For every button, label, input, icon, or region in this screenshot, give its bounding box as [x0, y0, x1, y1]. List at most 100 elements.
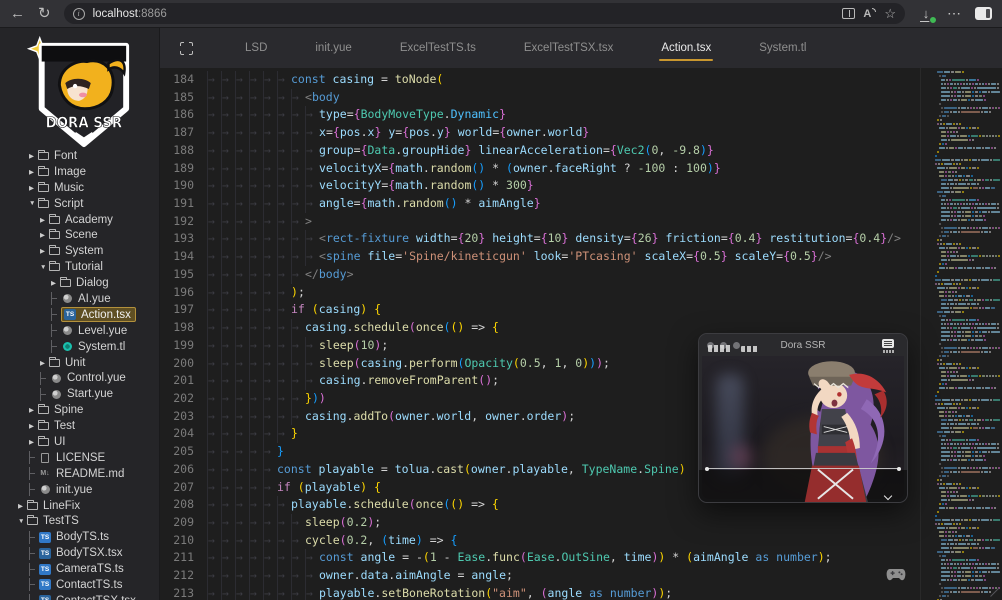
code-line-209[interactable]: 209→→→→→→→sleep(0.2);: [160, 514, 918, 532]
tree-item-System[interactable]: ▶System: [0, 243, 159, 259]
code-line-194[interactable]: 194→→→→→→→→<spine file='Spine/kineticgun…: [160, 248, 918, 266]
chevron-collapsed-icon[interactable]: ▶: [40, 231, 49, 239]
browser-window: ← ↻ i localhost :8866 A ☆ ↓ ⋯: [0, 0, 1002, 600]
code-line-188[interactable]: 188→→→→→→→→group={Data.groupHide} linear…: [160, 142, 918, 160]
tab-LSD[interactable]: LSD: [221, 28, 291, 68]
tree-item-Test[interactable]: ▶Test: [0, 418, 159, 434]
tree-item-ContactTS.ts[interactable]: TSContactTS.ts: [0, 577, 159, 593]
copilot-sidebar-icon[interactable]: [975, 7, 992, 20]
tab-Action.tsx[interactable]: Action.tsx: [637, 28, 735, 68]
tree-item-Scene[interactable]: ▶Scene: [0, 227, 159, 243]
tree-item-Dialog[interactable]: ▶Dialog: [0, 275, 159, 291]
site-info-icon[interactable]: i: [73, 8, 85, 20]
chevron-collapsed-icon[interactable]: ▶: [29, 406, 38, 414]
line-number: 186: [160, 106, 194, 124]
chevron-collapsed-icon[interactable]: ▶: [29, 438, 38, 446]
progress-line[interactable]: [707, 468, 899, 469]
tree-connector: [51, 308, 59, 321]
minimap[interactable]: [920, 68, 1002, 600]
tree-item-CameraTS.ts[interactable]: TSCameraTS.ts: [0, 561, 159, 577]
chevron-collapsed-icon[interactable]: ▶: [40, 247, 49, 255]
code-line-213[interactable]: 213→→→→→→→→playable.setBoneRotation("aim…: [160, 585, 918, 600]
chevron-collapsed-icon[interactable]: ▶: [40, 359, 49, 367]
code-line-189[interactable]: 189→→→→→→→→velocityX={math.random() * (o…: [160, 160, 918, 178]
code-line-197[interactable]: 197→→→→→→if (casing) {: [160, 301, 918, 319]
code-line-196[interactable]: 196→→→→→→);: [160, 284, 918, 302]
tree-item-BodyTS.ts[interactable]: TSBodyTS.ts: [0, 529, 159, 545]
code-line-210[interactable]: 210→→→→→→→cycle(0.2, (time) => {: [160, 532, 918, 550]
chevron-down-icon[interactable]: [885, 493, 891, 499]
chevron-open-icon[interactable]: ▼: [40, 264, 49, 271]
code-line-184[interactable]: 184→→→→→→const casing = toNode(: [160, 71, 918, 89]
chevron-collapsed-icon[interactable]: ▶: [29, 184, 38, 192]
tree-item-System.tl[interactable]: System.tl: [0, 339, 159, 355]
chevron-collapsed-icon[interactable]: ▶: [29, 168, 38, 176]
code-line-193[interactable]: 193→→→→→→→→<rect-fixture width={20} heig…: [160, 230, 918, 248]
fullscreen-icon[interactable]: [180, 42, 193, 55]
tab-ExcelTestTS.ts[interactable]: ExcelTestTS.ts: [376, 28, 500, 68]
tree-item-README.md[interactable]: M↓README.md: [0, 466, 159, 482]
tree-item-ContactTSX.tsx[interactable]: TSContactTSX.tsx: [0, 593, 159, 600]
address-bar[interactable]: i localhost :8866 A ☆: [64, 3, 905, 24]
tree-item-LICENSE[interactable]: LICENSE: [0, 450, 159, 466]
tree-item-Start.yue[interactable]: Start.yue: [0, 386, 159, 402]
chevron-collapsed-icon[interactable]: ▶: [51, 279, 60, 287]
chevron-open-icon[interactable]: ▼: [29, 200, 38, 207]
tab-whitespace-arrow: →: [207, 585, 221, 600]
blurred-scenery: [730, 444, 752, 470]
tab-whitespace-arrow: →: [221, 177, 235, 195]
tab-whitespace-arrow: →: [221, 514, 235, 532]
tab-whitespace-arrow: →: [249, 337, 263, 355]
code-line-211[interactable]: 211→→→→→→→→const angle = -(1 - Ease.func…: [160, 549, 918, 567]
tree-item-Script[interactable]: ▼Script: [0, 196, 159, 212]
code-line-185[interactable]: 185→→→→→→→<body: [160, 89, 918, 107]
split-screen-icon[interactable]: [842, 8, 855, 19]
tree-item-Level.yue[interactable]: Level.yue: [0, 323, 159, 339]
more-menu-icon[interactable]: ⋯: [947, 5, 962, 22]
downloads-icon[interactable]: ↓: [918, 6, 934, 21]
code-line-190[interactable]: 190→→→→→→→→velocityY={math.random() * 30…: [160, 177, 918, 195]
tree-item-Image[interactable]: ▶Image: [0, 164, 159, 180]
chevron-collapsed-icon[interactable]: ▶: [29, 152, 38, 160]
tree-item-init.yue[interactable]: init.yue: [0, 482, 159, 498]
tree-item-Academy[interactable]: ▶Academy: [0, 212, 159, 228]
tree-item-Spine[interactable]: ▶Spine: [0, 402, 159, 418]
tree-item-AI.yue[interactable]: AI.yue: [0, 291, 159, 307]
tree-item-Tutorial[interactable]: ▼Tutorial: [0, 259, 159, 275]
tree-item-Music[interactable]: ▶Music: [0, 180, 159, 196]
code-line-212[interactable]: 212→→→→→→→→owner.data.aimAngle = angle;: [160, 567, 918, 585]
code-line-195[interactable]: 195→→→→→→→</body>: [160, 266, 918, 284]
back-icon[interactable]: ←: [10, 6, 25, 21]
tree-item-TestTS[interactable]: ▼TestTS: [0, 513, 159, 529]
code-line-187[interactable]: 187→→→→→→→→x={pos.x} y={pos.y} world={ow…: [160, 124, 918, 142]
chevron-collapsed-icon[interactable]: ▶: [40, 216, 49, 224]
resize-grip[interactable]: [989, 587, 999, 597]
keyboard-hint-icon[interactable]: [882, 339, 894, 348]
refresh-icon[interactable]: ↻: [38, 6, 51, 21]
tab-ExcelTestTSX.tsx[interactable]: ExcelTestTSX.tsx: [500, 28, 637, 68]
tab-init.yue[interactable]: init.yue: [291, 28, 375, 68]
tab-System.tl[interactable]: System.tl: [735, 28, 830, 68]
favorite-star-icon[interactable]: ☆: [884, 7, 896, 20]
tree-item-Control.yue[interactable]: Control.yue: [0, 370, 159, 386]
code-line-191[interactable]: 191→→→→→→→→angle={math.random() * aimAng…: [160, 195, 918, 213]
folder-icon: [49, 216, 60, 224]
chevron-collapsed-icon[interactable]: ▶: [29, 422, 38, 430]
line-number: 191: [160, 195, 194, 213]
code-line-186[interactable]: 186→→→→→→→→type={BodyMoveType.Dynamic}: [160, 106, 918, 124]
yue-file-icon: [61, 293, 73, 304]
tree-item-Unit[interactable]: ▶Unit: [0, 355, 159, 371]
chevron-open-icon[interactable]: ▼: [18, 518, 27, 525]
tree-item-Action.tsx[interactable]: TSAction.tsx: [0, 307, 159, 323]
tree-item-BodyTSX.tsx[interactable]: TSBodyTSX.tsx: [0, 545, 159, 561]
code-line-192[interactable]: 192→→→→→→→>: [160, 213, 918, 231]
folder-icon: [27, 517, 38, 525]
tree-item-Font[interactable]: ▶Font: [0, 148, 159, 164]
preview-window[interactable]: Dora SSR: [698, 333, 908, 503]
read-aloud-icon[interactable]: A: [863, 8, 876, 20]
tree-item-LineFix[interactable]: ▶LineFix: [0, 498, 159, 514]
tab-whitespace-arrow: →: [235, 585, 249, 600]
chevron-collapsed-icon[interactable]: ▶: [18, 502, 27, 510]
tree-item-UI[interactable]: ▶UI: [0, 434, 159, 450]
gamepad-icon[interactable]: [886, 568, 906, 582]
